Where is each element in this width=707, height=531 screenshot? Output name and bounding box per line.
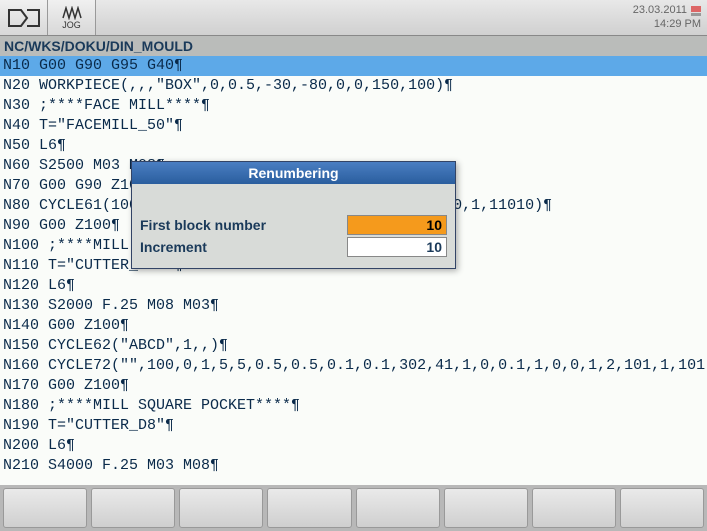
machine-button[interactable] [0,0,48,35]
code-line[interactable]: N40 T="FACEMILL_50"¶ [0,116,707,136]
code-line[interactable]: N140 G00 Z100¶ [0,316,707,336]
code-line[interactable]: N160 CYCLE72("",100,0,1,5,5,0.5,0.5,0.1,… [0,356,707,376]
file-path: NC/WKS/DOKU/DIN_MOULD [4,38,193,54]
flag-icon [691,6,701,16]
jog-button[interactable]: JOG [48,0,96,35]
renumbering-dialog: Renumbering First block number 10 Increm… [131,161,456,269]
softkeys-bottom [0,485,707,531]
path-bar: NC/WKS/DOKU/DIN_MOULD 1 [0,36,707,56]
softkey-b7[interactable] [532,488,616,528]
code-line[interactable]: N30 ;****FACE MILL****¶ [0,96,707,116]
code-line[interactable]: N50 L6¶ [0,136,707,156]
softkey-b3[interactable] [179,488,263,528]
increment-input[interactable]: 10 [347,237,447,257]
code-line[interactable]: N170 G00 Z100¶ [0,376,707,396]
first-block-label: First block number [140,217,347,233]
code-editor[interactable]: N10 G00 G90 G95 G40¶ N20 WORKPIECE(,,,"B… [0,56,707,485]
time-text: 14:29 PM [633,18,701,31]
code-line[interactable]: N200 L6¶ [0,436,707,456]
dialog-title: Renumbering [132,162,455,184]
softkey-b8[interactable] [620,488,704,528]
softkey-b6[interactable] [444,488,528,528]
code-line[interactable]: N210 S4000 F.25 M03 M08¶ [0,456,707,476]
code-line[interactable]: N10 G00 G90 G95 G40¶ [0,56,707,76]
increment-label: Increment [140,239,347,255]
softkey-b1[interactable] [3,488,87,528]
softkey-b2[interactable] [91,488,175,528]
datetime-display: 23.03.2011 14:29 PM [627,0,707,35]
code-line[interactable]: N120 L6¶ [0,276,707,296]
date-text: 23.03.2011 [633,4,687,17]
code-line[interactable]: N150 CYCLE62("ABCD",1,,)¶ [0,336,707,356]
softkey-b5[interactable] [356,488,440,528]
top-toolbar: JOG 23.03.2011 14:29 PM [0,0,707,36]
code-line[interactable]: N190 T="CUTTER_D8"¶ [0,416,707,436]
code-line[interactable]: N130 S2000 F.25 M08 M03¶ [0,296,707,316]
code-line[interactable]: N20 WORKPIECE(,,,"BOX",0,0.5,-30,-80,0,0… [0,76,707,96]
code-line[interactable]: N180 ;****MILL SQUARE POCKET****¶ [0,396,707,416]
softkey-b4[interactable] [267,488,351,528]
first-block-input[interactable]: 10 [347,215,447,235]
jog-label: JOG [62,20,81,30]
